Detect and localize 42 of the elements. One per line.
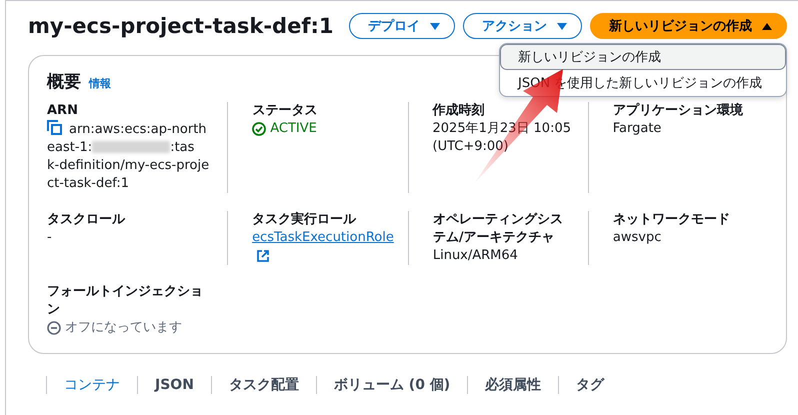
tab[interactable]: 必須属性: [467, 376, 558, 394]
status-value: ACTIVE: [270, 120, 317, 138]
tab[interactable]: タスク配置: [210, 376, 316, 394]
field-value: Linux/ARM64: [432, 247, 519, 265]
caret-icon: [557, 22, 567, 30]
copy-icon[interactable]: [47, 120, 63, 135]
field-label: フォールトインジェクション: [47, 283, 204, 319]
dropdown-button[interactable]: デプロイ: [349, 13, 455, 39]
arn-value: arn:aws:ecs:ap-north: [69, 122, 207, 137]
tab[interactable]: タグ: [558, 376, 622, 394]
field-value: awsvpc: [612, 229, 662, 247]
caret-icon: [430, 22, 440, 30]
check-circle-icon: [252, 122, 266, 136]
field-label: タスク実行ロール: [252, 211, 358, 229]
minus-circle-icon: [47, 321, 61, 335]
field-label: アプリケーション環境: [612, 102, 744, 120]
tab[interactable]: JSON: [137, 376, 211, 394]
tab[interactable]: ボリューム (0 個): [316, 376, 468, 394]
role-link[interactable]: ecsTaskExecutionRole: [252, 229, 394, 247]
arn-value: k-definition/my-ecs-proje: [47, 158, 210, 173]
status-value: オフになっています: [65, 319, 182, 337]
field-label: オペレーティングシステム/アーキテクチャ: [432, 211, 564, 247]
dropdown-button[interactable]: アクション: [463, 13, 582, 39]
field-label: タスクロール: [47, 211, 126, 229]
field-label: ネットワークモード: [612, 211, 731, 229]
arn-value: :tas: [170, 140, 194, 155]
tab[interactable]: コンテナ: [46, 376, 137, 394]
menu-item[interactable]: 新しいリビジョンの作成: [500, 44, 786, 70]
section-title: 概要: [47, 71, 81, 93]
field-value: Fargate: [612, 120, 662, 138]
create-revision-button[interactable]: 新しいリビジョンの作成: [590, 13, 787, 39]
arn-value: ct-task-def:1: [47, 176, 130, 191]
external-link-icon[interactable]: [256, 249, 270, 263]
page-title: my-ecs-project-task-def:1: [28, 14, 334, 38]
info-link[interactable]: 情報: [89, 76, 111, 91]
field-value: -: [47, 229, 53, 247]
field-label: ステータス: [252, 102, 318, 120]
field-label: 作成時刻: [432, 102, 486, 120]
arn-value: east-1:: [47, 140, 92, 155]
field-value: 2025年1月23日 10:05 (UTC+9:00): [432, 120, 572, 156]
field-label: ARN: [47, 102, 79, 120]
caret-icon: [762, 22, 772, 30]
